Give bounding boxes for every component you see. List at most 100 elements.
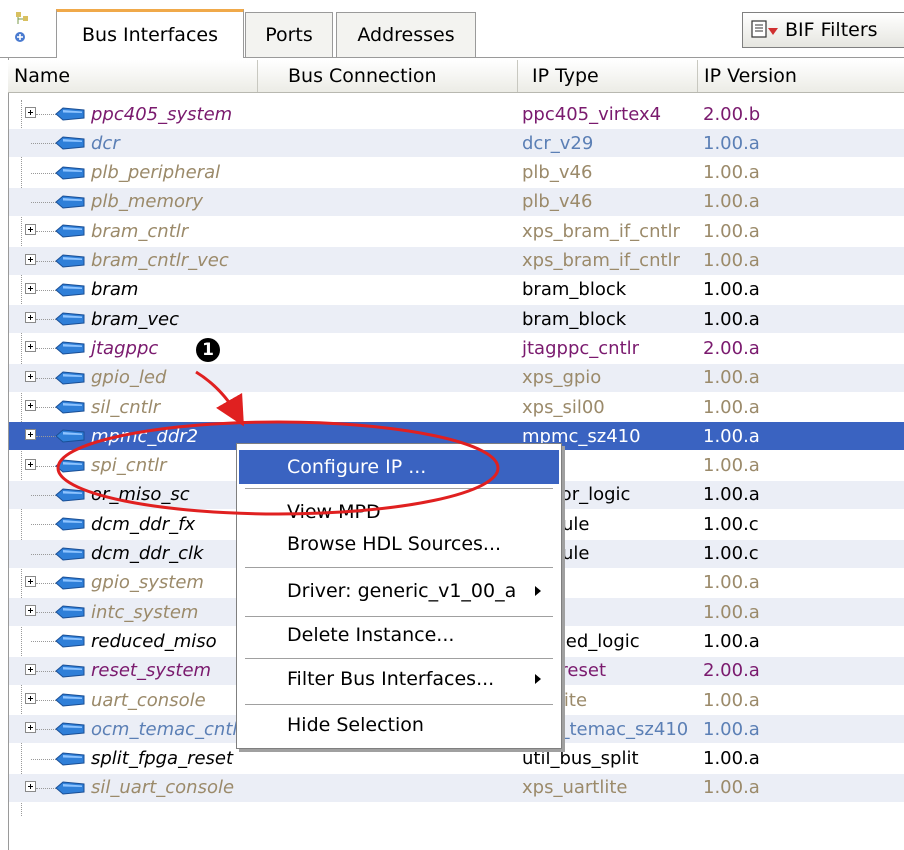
- table-row[interactable]: ppc405_system ppc405_virtex4 2.00.b: [9, 100, 904, 128]
- table-row[interactable]: bram_cntlr_vec xps_bram_if_cntlr 1.00.a: [9, 246, 904, 275]
- ip-type: dcr_v29: [522, 132, 594, 154]
- table-row[interactable]: plb_memory plb_v46 1.00.a: [9, 187, 904, 216]
- table-header: Name Bus Connection IP Type IP Version: [8, 60, 904, 93]
- ip-version: 2.00.a: [703, 337, 760, 359]
- menu-item-label: View MPD: [287, 501, 381, 523]
- expand-icon[interactable]: [25, 663, 36, 675]
- ip-version: 2.00.a: [703, 660, 760, 682]
- menu-item-browse-hdl-sources[interactable]: Browse HDL Sources...: [239, 527, 559, 561]
- ip-version: 1.00.a: [703, 601, 760, 623]
- expand-icon[interactable]: [25, 605, 36, 617]
- instance-name: bram: [91, 279, 139, 301]
- menu-item-label: Browse HDL Sources...: [287, 533, 502, 555]
- tab-label: Addresses: [357, 24, 455, 46]
- ip-version: 1.00.a: [703, 630, 760, 652]
- tree-expand-icon[interactable]: [14, 10, 34, 48]
- expand-icon[interactable]: [25, 312, 36, 324]
- bus-interface-icon: [55, 224, 85, 238]
- ip-type: bram_block: [522, 308, 627, 330]
- menu-item-delete-instance[interactable]: Delete Instance...: [239, 618, 559, 652]
- instance-name: gpio_led: [91, 367, 167, 389]
- expand-icon[interactable]: [25, 224, 36, 236]
- ip-version: 1.00.a: [703, 689, 760, 711]
- instance-name: plb_peripheral: [91, 162, 221, 184]
- tree-connector: [31, 201, 56, 203]
- ip-version: 1.00.a: [703, 396, 760, 418]
- bus-interface-icon: [55, 752, 85, 766]
- expand-icon[interactable]: [25, 282, 36, 294]
- menu-item-label: Configure IP ...: [287, 456, 427, 478]
- ip-version: 2.00.b: [703, 103, 761, 125]
- expand-icon[interactable]: [25, 107, 36, 118]
- menu-item-view-mpd[interactable]: View MPD: [239, 495, 559, 529]
- column-header-label: IP Type: [532, 65, 599, 87]
- instance-name: spi_cntlr: [91, 455, 167, 477]
- tab-label: Bus Interfaces: [82, 24, 218, 46]
- tree-connector: [36, 465, 56, 467]
- table-row[interactable]: gpio_led xps_gpio 1.00.a: [9, 363, 904, 392]
- column-header-ip-type[interactable]: IP Type: [518, 60, 698, 92]
- table-row[interactable]: dcr dcr_v29 1.00.a: [9, 129, 904, 158]
- expand-icon[interactable]: [25, 370, 36, 382]
- table-row[interactable]: sil_uart_console xps_uartlite 1.00.a: [9, 773, 904, 802]
- column-header-bus-connection[interactable]: Bus Connection: [258, 60, 518, 92]
- instance-name-cell: jtagppc: [87, 334, 158, 362]
- instance-name-cell: plb_memory: [87, 188, 203, 216]
- tree-connector: [31, 494, 56, 496]
- ip-type: xps_bram_if_cntlr: [522, 220, 680, 242]
- tree-connector: [36, 289, 56, 291]
- table-row[interactable]: plb_peripheral plb_v46 1.00.a: [9, 159, 904, 187]
- instance-name-cell: split_fpga_reset: [87, 745, 233, 773]
- column-header-name[interactable]: Name: [8, 60, 258, 92]
- table-row[interactable]: bram_cntlr xps_bram_if_cntlr 1.00.a: [9, 217, 904, 245]
- bus-interface-icon: [55, 166, 85, 180]
- menu-separator: [245, 616, 553, 617]
- bus-interface-icon: [55, 312, 85, 326]
- instance-name: dcm_ddr_fx: [91, 513, 196, 535]
- instance-name-cell: uart_console: [87, 686, 206, 714]
- instance-name-cell: intc_system: [87, 598, 198, 626]
- tree-connector: [31, 641, 56, 643]
- instance-name-cell: ppc405_system: [87, 100, 232, 128]
- tree-connector: [36, 319, 56, 321]
- instance-name: jtagppc: [91, 337, 159, 359]
- instance-name-cell: or_miso_sc: [87, 481, 190, 509]
- expand-icon[interactable]: [25, 458, 36, 470]
- expand-icon[interactable]: [25, 722, 36, 734]
- table-row[interactable]: sil_cntlr xps_sil00 1.00.a: [9, 393, 904, 421]
- expand-icon[interactable]: [25, 400, 36, 411]
- menu-item-hide-selection[interactable]: Hide Selection: [239, 708, 559, 742]
- table-row[interactable]: jtagppc jtagppc_cntlr 2.00.a: [9, 334, 904, 362]
- menu-item-label: Driver: generic_v1_00_a: [287, 580, 517, 602]
- instance-name-cell: reduced_miso: [87, 627, 217, 655]
- table-row[interactable]: bram bram_block 1.00.a: [9, 276, 904, 304]
- menu-item-configure-ip[interactable]: Configure IP ...: [239, 450, 559, 484]
- menu-item-filter-bus-interfaces[interactable]: Filter Bus Interfaces...: [239, 662, 559, 696]
- instance-name-cell: dcm_ddr_clk: [87, 540, 203, 568]
- bif-filters-button[interactable]: BIF Filters: [742, 12, 904, 48]
- column-header-ip-version[interactable]: IP Version: [698, 60, 904, 92]
- expand-icon[interactable]: [25, 693, 36, 704]
- ip-version: 1.00.a: [703, 777, 760, 799]
- expand-icon[interactable]: [25, 780, 36, 792]
- tab-bus-interfaces[interactable]: Bus Interfaces: [56, 9, 244, 58]
- ip-type: plb_v46: [522, 162, 593, 184]
- instance-name-cell: bram_cntlr_vec: [87, 247, 229, 275]
- tab-ports[interactable]: Ports: [245, 12, 333, 57]
- tab-addresses[interactable]: Addresses: [336, 12, 476, 57]
- expand-icon[interactable]: [25, 575, 36, 587]
- menu-item-driver[interactable]: Driver: generic_v1_00_a: [239, 574, 559, 608]
- bus-interface-icon: [55, 605, 85, 619]
- instance-name-cell: bram: [87, 276, 138, 304]
- ip-type: xps_bram_if_cntlr: [522, 250, 680, 271]
- ip-version: 1.00.a: [703, 250, 760, 271]
- expand-icon[interactable]: [25, 341, 36, 353]
- expand-icon[interactable]: [25, 429, 36, 441]
- bus-interface-icon: [55, 576, 85, 590]
- tree-connector: [36, 612, 56, 614]
- tree-connector: [36, 729, 56, 731]
- table-row[interactable]: bram_vec bram_block 1.00.a: [9, 305, 904, 334]
- tree-connector: [36, 407, 56, 408]
- expand-icon[interactable]: [25, 253, 36, 265]
- menu-item-label: Filter Bus Interfaces...: [287, 668, 495, 690]
